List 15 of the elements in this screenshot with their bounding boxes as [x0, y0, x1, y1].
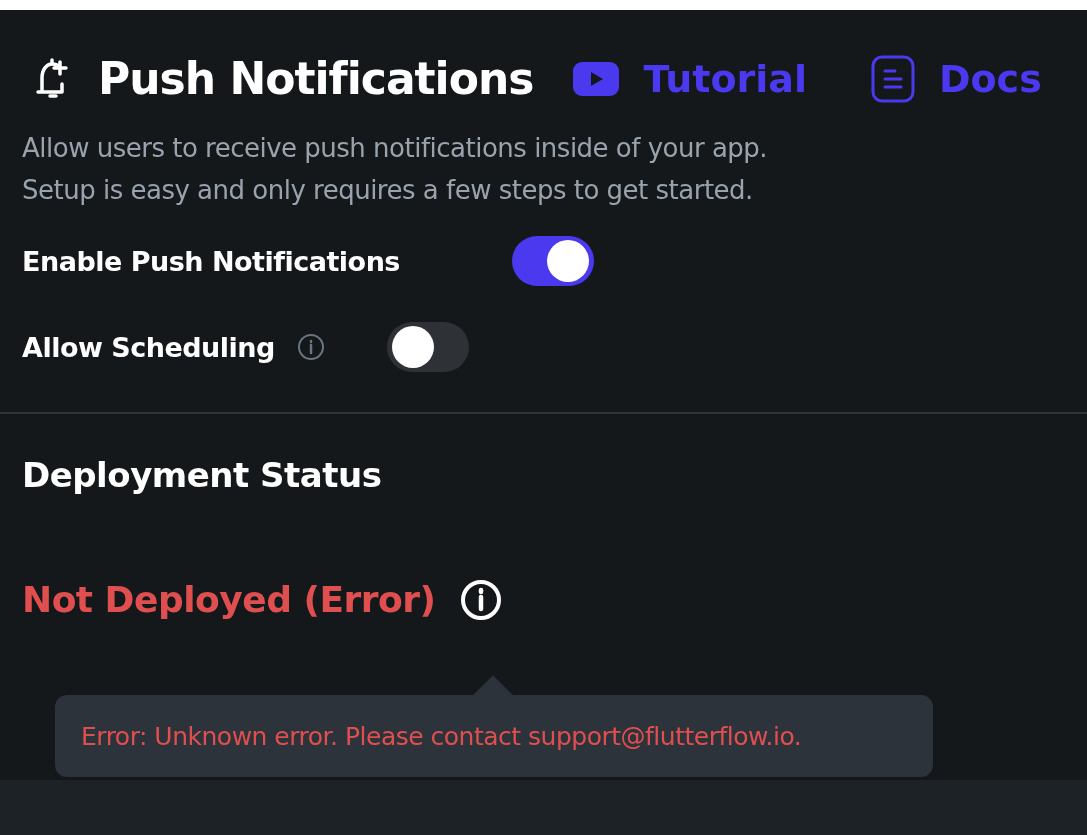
docs-link[interactable]: Docs [870, 55, 1042, 103]
description-text: Allow users to receive push notifications inside of your app. [22, 132, 769, 165]
toggle-switch[interactable] [511, 236, 594, 286]
play-icon [573, 62, 620, 96]
error-message: Error: Unknown error. Please contact support@flutterflow.io. [81, 723, 802, 749]
tutorial-link[interactable]: Tutorial [573, 60, 807, 98]
setting-label: Enable Push Notifications [22, 247, 400, 275]
info-icon[interactable] [459, 578, 504, 622]
section-heading: Deployment Status [22, 455, 382, 495]
page-title: Push Notifications [98, 57, 534, 101]
description-text: Setup is easy and only requires a few steps to get started. [22, 174, 754, 207]
toggle-switch[interactable] [386, 322, 469, 372]
setting-label: Allow Scheduling [22, 333, 275, 361]
status-text: Not Deployed (Error) [22, 582, 436, 618]
document-icon [870, 55, 915, 103]
